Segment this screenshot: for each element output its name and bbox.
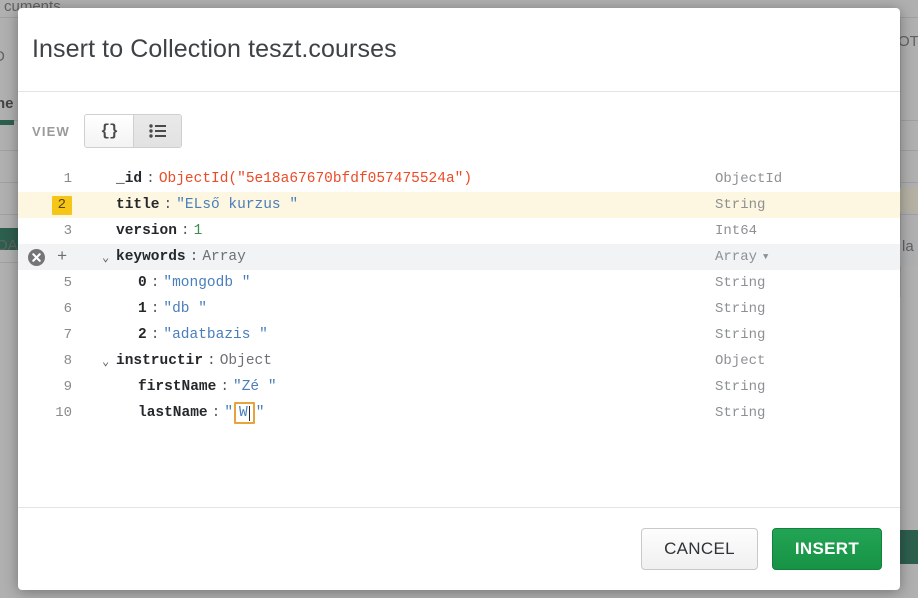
field-key[interactable]: keywords	[116, 249, 186, 265]
list-icon	[149, 124, 166, 138]
field-type-label: String	[715, 197, 765, 213]
field-value[interactable]: "adatbazis "	[163, 327, 267, 343]
field-type-cell[interactable]: ObjectId	[715, 166, 900, 192]
line-number: 5	[18, 275, 80, 291]
field-value[interactable]: 1	[194, 223, 203, 239]
field-type-cell[interactable]: Int64	[715, 218, 900, 244]
editor-row[interactable]: 2 title:"ELső kurzus " String	[18, 192, 900, 218]
value-open-quote: "	[224, 405, 233, 421]
key-value-separator: :	[147, 327, 164, 343]
field-type-label: Object	[715, 353, 765, 369]
value-edit-text: W	[239, 405, 248, 421]
field-type-label: String	[715, 275, 765, 291]
dialog-body: VIEW {}	[18, 92, 900, 508]
field-type-label: String	[715, 327, 765, 343]
editor-row[interactable]: 9 firstName:"Zé " String	[18, 374, 900, 400]
delete-field-icon[interactable]	[28, 249, 45, 266]
editor-row[interactable]: 7 2:"adatbazis " String	[18, 322, 900, 348]
line-number: 8	[18, 353, 80, 369]
field-key[interactable]: 0	[138, 275, 147, 291]
field-type-label: Array	[715, 249, 757, 265]
field-type-cell[interactable]: String	[715, 374, 900, 400]
field-type-label: String	[715, 301, 765, 317]
insert-button[interactable]: INSERT	[772, 528, 882, 570]
text-cursor	[249, 406, 250, 421]
field-key[interactable]: instructir	[116, 353, 203, 369]
view-label: VIEW	[32, 124, 70, 139]
key-value-separator: :	[216, 379, 233, 395]
field-key[interactable]: title	[116, 197, 160, 213]
field-value[interactable]: "db "	[163, 301, 207, 317]
field-key[interactable]: version	[116, 223, 177, 239]
editor-row[interactable]: 6 1:"db " String	[18, 296, 900, 322]
dialog-footer: CANCEL INSERT	[18, 508, 900, 590]
field-value[interactable]: "Zé "	[233, 379, 277, 395]
key-value-separator: :	[160, 197, 177, 213]
key-value-separator: :	[147, 275, 164, 291]
document-editor[interactable]: 1_id:ObjectId("5e18a67670bfdf057475524a"…	[18, 166, 900, 426]
line-number: 6	[18, 301, 80, 317]
line-number: 7	[18, 327, 80, 343]
insert-document-dialog: Insert to Collection teszt.courses VIEW …	[18, 8, 900, 590]
value-close-quote: "	[256, 405, 265, 421]
editor-row[interactable]: 8⌄instructir:ObjectObject	[18, 348, 900, 374]
field-type-cell[interactable]: Object	[715, 348, 900, 374]
field-key[interactable]: 1	[138, 301, 147, 317]
chevron-down-icon[interactable]: ⌄	[102, 354, 115, 369]
field-type-label: ObjectId	[715, 171, 782, 187]
field-type-label: String	[715, 405, 765, 421]
editor-row[interactable]: 10lastName:"W"String	[18, 400, 900, 426]
view-mode-toggle-group: {}	[84, 114, 182, 148]
chevron-down-icon[interactable]: ⌄	[102, 250, 115, 265]
field-value[interactable]: ObjectId("5e18a67670bfdf057475524a")	[159, 171, 472, 187]
field-type-cell[interactable]: Array ▼	[715, 244, 900, 270]
field-key[interactable]: firstName	[138, 379, 216, 395]
field-value[interactable]: "ELső kurzus "	[176, 197, 298, 213]
row-gutter-actions: +	[28, 244, 67, 270]
field-type-label: String	[715, 379, 765, 395]
key-value-separator: :	[203, 353, 220, 369]
view-mode-json-button[interactable]: {}	[85, 115, 133, 147]
field-key[interactable]: lastName	[138, 405, 208, 421]
field-type-cell[interactable]: String	[715, 322, 900, 348]
line-number: 2	[18, 196, 80, 215]
editor-row[interactable]: 1 _id:ObjectId("5e18a67670bfdf057475524a"…	[18, 166, 900, 192]
key-value-separator: :	[186, 249, 203, 265]
field-value: Array	[202, 249, 246, 265]
add-field-icon[interactable]: +	[57, 249, 67, 266]
field-type-cell[interactable]: String	[715, 270, 900, 296]
key-value-separator: :	[208, 405, 225, 421]
view-toolbar: VIEW {}	[18, 92, 900, 162]
line-number: 10	[18, 405, 80, 421]
braces-icon: {}	[100, 122, 117, 140]
field-type-cell[interactable]: String	[715, 296, 900, 322]
field-value: Object	[220, 353, 272, 369]
editor-row[interactable]: 5 0:"mongodb " String	[18, 270, 900, 296]
editor-row[interactable]: + ⌄keywords:ArrayArray▼	[18, 244, 900, 270]
line-number: 9	[18, 379, 80, 395]
line-number: 3	[18, 223, 80, 239]
cancel-button[interactable]: CANCEL	[641, 528, 758, 570]
dialog-header: Insert to Collection teszt.courses	[18, 8, 900, 92]
view-mode-list-button[interactable]	[133, 115, 181, 147]
key-value-separator: :	[177, 223, 194, 239]
key-value-separator: :	[147, 301, 164, 317]
value-edit-input[interactable]: W	[234, 402, 255, 424]
page-title: Insert to Collection teszt.courses	[32, 35, 397, 64]
field-type-cell[interactable]: String	[715, 400, 900, 426]
field-type-label: Int64	[715, 223, 757, 239]
editor-row[interactable]: 3 version:1 Int64	[18, 218, 900, 244]
field-key[interactable]: 2	[138, 327, 147, 343]
field-key[interactable]: _id	[116, 171, 142, 187]
field-type-cell[interactable]: String	[715, 192, 900, 218]
chevron-down-icon[interactable]: ▼	[763, 252, 768, 262]
key-value-separator: :	[142, 171, 159, 187]
line-number: 1	[18, 171, 80, 187]
field-value[interactable]: "mongodb "	[163, 275, 250, 291]
